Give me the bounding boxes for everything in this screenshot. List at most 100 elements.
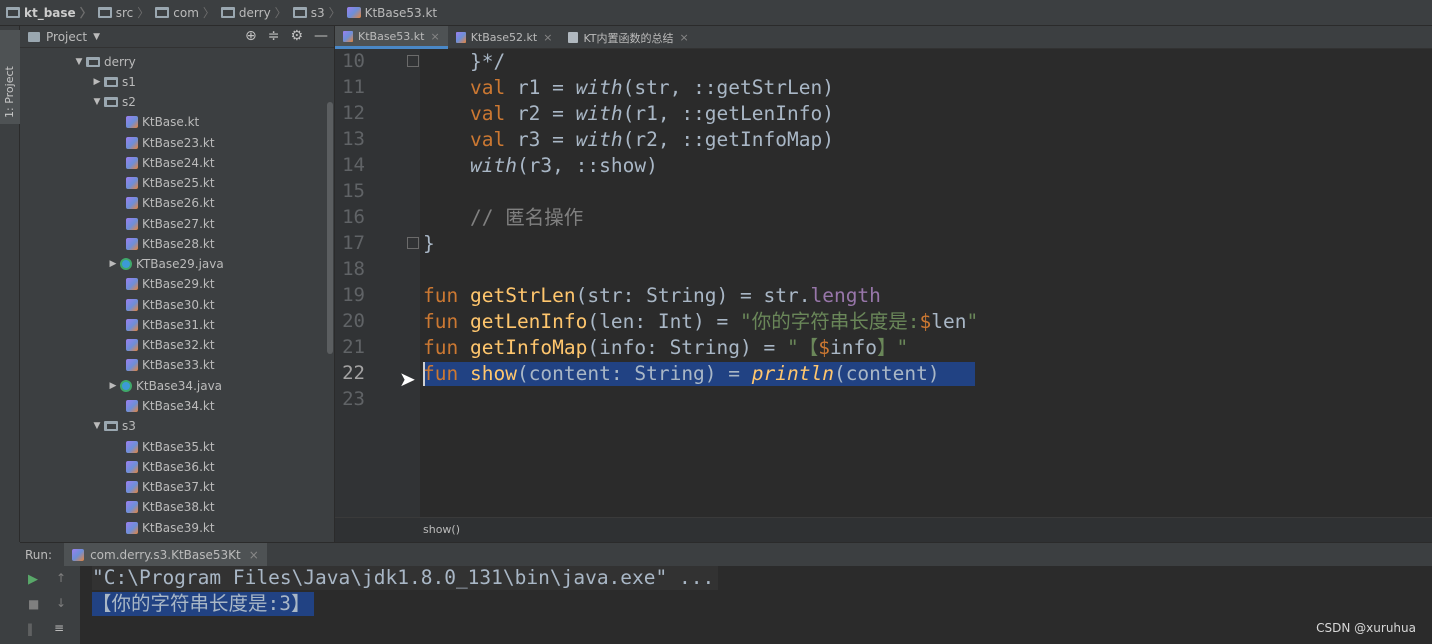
kotlin-file-icon [72, 548, 85, 561]
collapsed-arrow-icon[interactable]: ▶ [106, 381, 120, 391]
tree-file[interactable]: KtBase33.kt [126, 355, 215, 375]
close-icon[interactable]: × [431, 30, 440, 43]
code-editor[interactable]: 10 11 12 13 14 15 16 17 18 19 20 21 22 2… [335, 49, 1432, 542]
breadcrumb-item-kt-base[interactable]: kt_base 〉 [6, 4, 94, 21]
kotlin-file-icon [126, 177, 138, 189]
stop-icon[interactable]: ■ [28, 597, 39, 611]
tree-file-java[interactable]: ▶ KTBase29.java [106, 254, 224, 274]
project-tool-tab[interactable]: 1: Project [0, 30, 20, 124]
line-number: 13 [342, 128, 365, 150]
kotlin-file-icon [126, 157, 138, 169]
code-line-11: val r1 = with(str, ::getStrLen) [469, 76, 834, 99]
tree-file[interactable]: KtBase37.kt [126, 477, 215, 497]
code-line-21: fun getInfoMap(info: String) = "【$info】" [423, 336, 909, 359]
kotlin-file-icon [126, 116, 138, 128]
gear-icon[interactable]: ⚙ [290, 28, 303, 44]
text-file-icon [568, 32, 579, 43]
java-class-icon [120, 380, 132, 392]
tree-file[interactable]: KtBase23.kt [126, 133, 215, 153]
tree-file[interactable]: KtBase31.kt [126, 315, 215, 335]
tree-file-java[interactable]: ▶ KtBase34.java [106, 376, 223, 396]
line-number: 15 [342, 180, 365, 202]
run-label: Run: [25, 547, 53, 562]
bottom-left-strip [0, 542, 20, 644]
navigation-breadcrumb: kt_base 〉 src 〉 com 〉 derry 〉 s3 〉 KtBas… [0, 0, 1432, 26]
tree-file[interactable]: KtBase39.kt [126, 518, 215, 538]
kotlin-file-icon [126, 137, 138, 149]
code-line-22: fun show(content: String) = println(cont… [423, 362, 940, 385]
kotlin-file-icon [455, 32, 466, 43]
expanded-arrow-icon[interactable]: ▼ [90, 421, 104, 431]
tree-file[interactable]: KtBase36.kt [126, 457, 215, 477]
minimize-icon[interactable]: — [314, 28, 328, 44]
breadcrumb-item-s3[interactable]: s3 〉 [292, 4, 343, 21]
left-tool-strip: 1: Project [0, 26, 20, 542]
scroll-up-icon[interactable]: ↑ [56, 571, 66, 585]
close-icon[interactable]: × [543, 31, 552, 44]
kotlin-file-icon [126, 238, 138, 250]
tab-ktbase52[interactable]: KtBase52.kt × [448, 26, 561, 49]
tree-file[interactable]: KtBase25.kt [126, 173, 215, 193]
project-view-icon [28, 31, 40, 42]
code-line-20: fun getLenInfo(len: Int) = "你的字符串长度是:$le… [423, 310, 979, 333]
run-config-tab[interactable]: com.derry.s3.KtBase53Kt × [64, 542, 267, 567]
tree-file[interactable]: KtBase28.kt [126, 234, 215, 254]
folder-icon [86, 57, 100, 67]
kotlin-file-icon [126, 359, 138, 371]
tree-folder-s3[interactable]: ▼ s3 [90, 416, 136, 436]
kotlin-file-icon [126, 218, 138, 230]
run-console[interactable]: "C:\Program Files\Java\jdk1.8.0_131\bin\… [80, 566, 1432, 644]
close-icon[interactable]: × [680, 31, 689, 44]
run-toolbar: ▶ ↑ ■ ↓ ‖ ≡ [20, 566, 80, 644]
soft-wrap-icon[interactable]: ≡ [54, 621, 64, 635]
tree-file[interactable]: KtBase27.kt [126, 214, 215, 234]
tree-file[interactable]: KtBase26.kt [126, 193, 215, 213]
kotlin-file-icon [126, 197, 138, 209]
tree-file[interactable]: KtBase30.kt [126, 295, 215, 315]
expanded-arrow-icon[interactable]: ▼ [72, 57, 86, 67]
kotlin-file-icon [126, 441, 138, 453]
pause-icon[interactable]: ‖ [27, 622, 33, 636]
rerun-icon[interactable]: ▶ [28, 572, 38, 587]
console-line: 【你的字符串长度是:3】 [92, 592, 315, 616]
collapsed-arrow-icon[interactable]: ▶ [106, 259, 120, 269]
kotlin-file-icon [126, 278, 138, 290]
tree-file[interactable]: KtBase38.kt [126, 497, 215, 517]
project-view-selector[interactable]: Project [46, 30, 87, 44]
target-icon[interactable]: ⊕ [245, 28, 257, 44]
mouse-cursor-icon: ➤ [399, 367, 416, 391]
folder-icon [104, 77, 118, 87]
collapsed-arrow-icon[interactable]: ▶ [90, 77, 104, 87]
close-icon[interactable]: × [249, 548, 259, 562]
breadcrumb-item-ktbase53[interactable]: KtBase53.kt [346, 6, 437, 20]
tree-file[interactable]: KtBase29.kt [126, 274, 215, 294]
fold-icon[interactable] [407, 237, 419, 249]
console-line: "C:\Program Files\Java\jdk1.8.0_131\bin\… [92, 566, 719, 590]
editor-breadcrumb-hint: show() [335, 517, 1432, 542]
project-scrollbar[interactable] [327, 102, 333, 354]
tree-folder-s1[interactable]: ▶ s1 [90, 72, 136, 92]
tree-folder-derry[interactable]: ▼ derry [72, 52, 136, 72]
line-number: 23 [342, 388, 365, 410]
collapse-icon[interactable]: ≑ [268, 28, 280, 44]
tree-folder-s2[interactable]: ▼ s2 [90, 92, 136, 112]
chevron-down-icon[interactable]: ▼ [93, 32, 100, 42]
tree-file[interactable]: KtBase32.kt [126, 335, 215, 355]
line-number: 10 [342, 50, 365, 72]
tree-file[interactable]: KtBase.kt [126, 112, 199, 132]
fold-icon[interactable] [407, 55, 419, 67]
breadcrumb-item-src[interactable]: src 〉 [97, 4, 152, 21]
scroll-down-icon[interactable]: ↓ [56, 596, 66, 610]
breadcrumb-item-com[interactable]: com 〉 [155, 4, 217, 21]
tab-kt-summary[interactable]: KT内置函数的总结 × [560, 26, 696, 49]
folder-icon [104, 421, 118, 431]
editor-tabs: KtBase53.kt × KtBase52.kt × KT内置函数的总结 × [335, 26, 1432, 49]
code-line-10: }*/ [423, 50, 506, 73]
tree-file[interactable]: KtBase34.kt [126, 396, 215, 416]
tree-file[interactable]: KtBase35.kt [126, 437, 215, 457]
tree-file[interactable]: KtBase24.kt [126, 153, 215, 173]
breadcrumb-item-derry[interactable]: derry 〉 [220, 4, 289, 21]
tab-ktbase53[interactable]: KtBase53.kt × [335, 26, 448, 49]
kotlin-file-icon [346, 7, 361, 18]
expanded-arrow-icon[interactable]: ▼ [90, 97, 104, 107]
